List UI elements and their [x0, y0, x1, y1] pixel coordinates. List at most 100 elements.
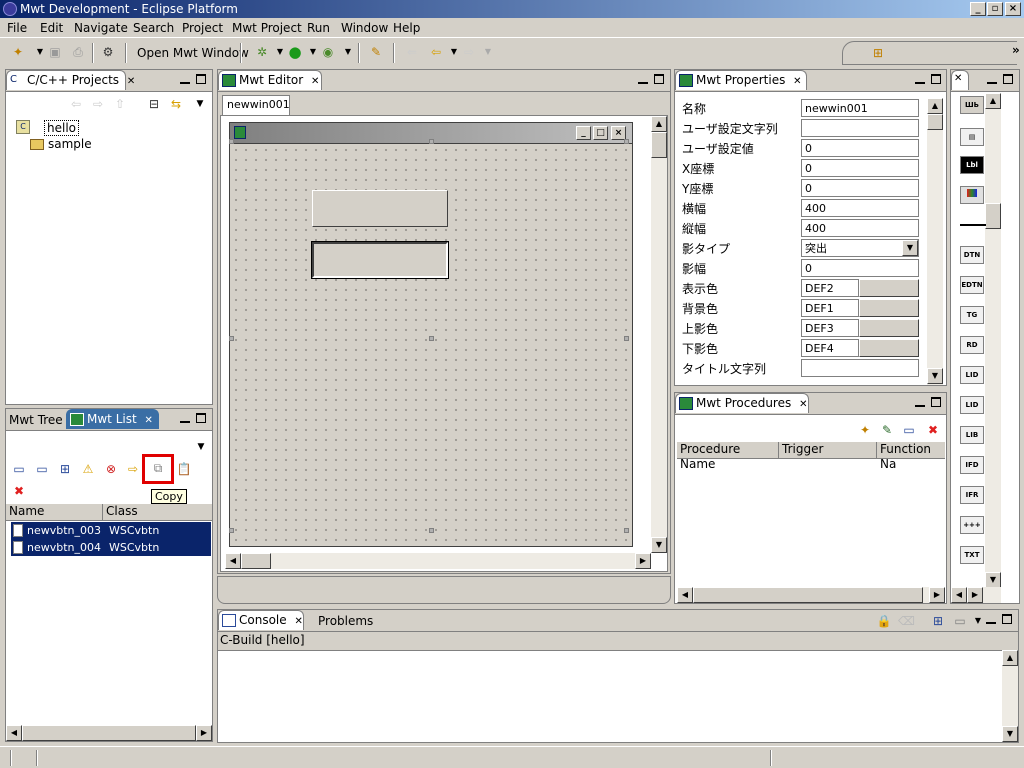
vbtn-004[interactable] [311, 241, 449, 279]
console-dropdown-icon[interactable]: ▼ [970, 613, 986, 629]
prop-input[interactable]: 400 [801, 199, 919, 217]
warning-icon[interactable]: ⚠ [80, 461, 96, 477]
palette-item-lid-1[interactable]: LID [960, 366, 984, 384]
tab-mwt-list[interactable]: Mwt List ✕ [66, 409, 159, 429]
prop-input[interactable]: 0 [801, 159, 919, 177]
procedures-horizontal-scrollbar[interactable]: ◀ ▶ [677, 587, 945, 603]
tab-cpp-projects[interactable]: C C/C++ Projects ✕ [6, 70, 135, 90]
arrow-right-icon[interactable]: ⇨ [125, 461, 141, 477]
scroll-left-icon[interactable]: ◀ [951, 587, 967, 603]
design-minimize-button[interactable]: _ [576, 126, 591, 140]
palette-horizontal-scrollbar[interactable]: ◀ ▶ [951, 587, 1001, 603]
close-tab-icon[interactable]: ✕ [799, 399, 807, 410]
close-tab-icon[interactable]: ✕ [127, 76, 135, 87]
menu-window[interactable]: Window [341, 21, 388, 35]
scroll-up-icon[interactable]: ▲ [1002, 650, 1018, 666]
close-tab-icon[interactable]: ✕ [294, 616, 302, 627]
copy-button[interactable]: ⧉ [142, 454, 174, 484]
frame-icon[interactable]: ▭ [34, 461, 50, 477]
debug-icon[interactable]: ✲ [254, 44, 270, 60]
palette-item-slider[interactable]: ШЬ [960, 96, 984, 114]
scroll-lock-icon[interactable]: 🔒 [876, 613, 892, 629]
tab-mwt-tree[interactable]: Mwt Tree [9, 413, 63, 427]
pin-console-icon[interactable]: ⊞ [930, 613, 946, 629]
menu-file[interactable]: File [7, 21, 27, 35]
chevron-down-icon[interactable]: ▼ [902, 240, 918, 256]
scroll-up-icon[interactable]: ▲ [985, 93, 1001, 109]
console-vertical-scrollbar[interactable]: ▲ ▼ [1002, 650, 1018, 742]
resize-handle[interactable] [429, 139, 434, 144]
back-nav-icon[interactable]: ⇦ [68, 96, 84, 112]
tree-icon[interactable]: ⊞ [57, 461, 73, 477]
menu-run[interactable]: Run [307, 21, 330, 35]
view-menu-icon[interactable]: ▼ [192, 96, 208, 112]
prop-input[interactable]: DEF1 [801, 299, 859, 317]
resize-handle[interactable] [429, 528, 434, 533]
scroll-right-icon[interactable]: ▶ [929, 587, 945, 603]
new-icon[interactable]: ✦ [10, 44, 26, 60]
forward-nav-icon[interactable]: ⇨ [90, 96, 106, 112]
restore-button[interactable]: ▫ [987, 2, 1003, 16]
prop-input[interactable] [801, 359, 919, 377]
new-procedure-icon[interactable]: ✦ [857, 422, 873, 438]
scroll-thumb[interactable] [693, 587, 923, 603]
resize-handle[interactable] [624, 528, 629, 533]
shadow-type-select[interactable]: 突出 ▼ [801, 239, 919, 257]
procedures-minmax[interactable] [915, 397, 941, 410]
resize-handle[interactable] [229, 528, 234, 533]
scroll-down-icon[interactable]: ▼ [651, 537, 667, 553]
scroll-thumb[interactable] [927, 114, 943, 130]
scroll-down-icon[interactable]: ▼ [927, 368, 943, 384]
menu-search[interactable]: Search [133, 21, 174, 35]
close-tab-icon[interactable]: ✕ [311, 76, 319, 87]
palette-item-spin[interactable]: +++ [960, 516, 984, 534]
prop-input[interactable]: 0 [801, 139, 919, 157]
palette-minmax[interactable] [987, 74, 1013, 87]
scroll-left-icon[interactable]: ◀ [225, 553, 241, 569]
scroll-left-icon[interactable]: ◀ [677, 587, 693, 603]
scroll-thumb[interactable] [985, 203, 1001, 229]
col-header-trigger[interactable]: Trigger [779, 442, 877, 459]
scroll-right-icon[interactable]: ▶ [196, 725, 212, 741]
window-procedure-icon[interactable]: ▭ [901, 422, 917, 438]
palette-item-lib[interactable]: LIB [960, 426, 984, 444]
prop-input[interactable] [801, 119, 919, 137]
delete-procedure-icon[interactable]: ✖ [925, 422, 941, 438]
table-row[interactable]: newvbtn_003 WSCvbtn [11, 522, 211, 539]
forward-dropdown-icon[interactable]: ▼ [480, 44, 496, 60]
vbtn-003[interactable] [312, 190, 448, 227]
mwt-list-minmax[interactable] [180, 413, 206, 426]
palette-item-ifr[interactable]: IFR [960, 486, 984, 504]
tab-mwt-procedures[interactable]: Mwt Procedures ✕ [675, 393, 809, 413]
run-icon[interactable]: ● [287, 44, 303, 60]
design-close-button[interactable]: × [611, 126, 626, 140]
collapse-all-icon[interactable]: ⊟ [146, 96, 162, 112]
close-tab-icon[interactable]: ✕ [954, 73, 962, 84]
editor-minmax[interactable] [638, 74, 664, 87]
tree-item-hello[interactable]: C hello [16, 120, 86, 136]
resize-handle[interactable] [229, 139, 234, 144]
back-dropdown-icon[interactable]: ▼ [446, 44, 462, 60]
prop-input[interactable]: DEF3 [801, 319, 859, 337]
view-menu-icon[interactable]: ▼ [193, 439, 209, 455]
prop-input[interactable]: DEF4 [801, 339, 859, 357]
open-mwt-window-button[interactable]: Open Mwt Window [137, 46, 249, 60]
debug-dropdown-icon[interactable]: ▼ [272, 44, 288, 60]
clear-console-icon[interactable]: ⌫ [898, 613, 915, 629]
editor-horizontal-scrollbar[interactable]: ◀ ▶ [225, 553, 651, 569]
tab-problems[interactable]: Problems [318, 614, 373, 628]
design-window-client[interactable] [229, 144, 633, 547]
minimize-button[interactable]: _ [970, 2, 986, 16]
prop-input[interactable]: newwin001 [801, 99, 919, 117]
color-picker-button[interactable] [859, 339, 919, 357]
palette-item-edtn[interactable]: EDTN [960, 276, 984, 294]
menu-navigate[interactable]: Navigate [74, 21, 128, 35]
prop-input[interactable]: 0 [801, 179, 919, 197]
design-canvas[interactable]: _ □ × ▲ ▼ ◀ ▶ [220, 115, 668, 572]
console-minmax[interactable] [986, 614, 1012, 627]
tab-mwt-properties[interactable]: Mwt Properties ✕ [675, 70, 807, 90]
table-row[interactable]: newvbtn_004 WSCvbtn [11, 539, 211, 556]
back-icon[interactable]: ⇦ [428, 44, 444, 60]
tools-dropdown-icon[interactable]: ▼ [340, 44, 356, 60]
color-picker-button[interactable] [859, 299, 919, 317]
